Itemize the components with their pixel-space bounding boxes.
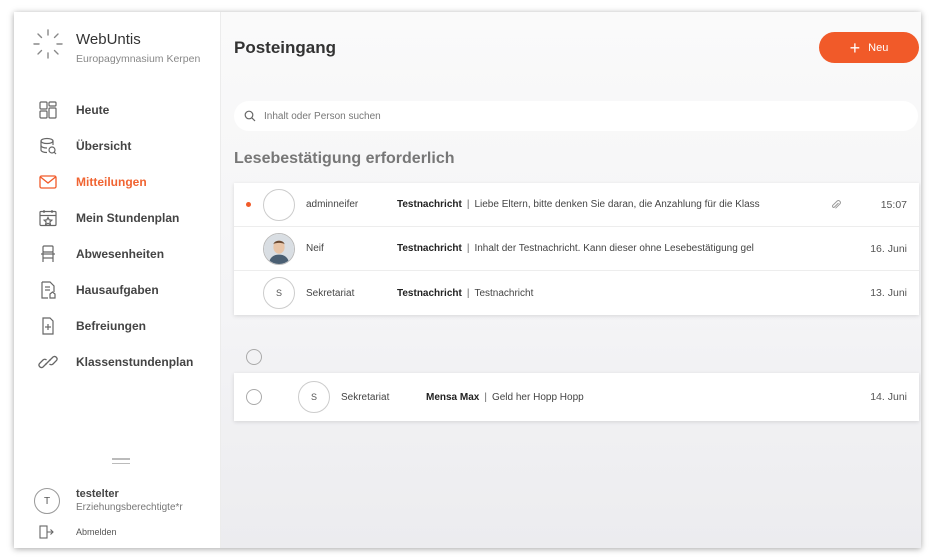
sidebar-item-hausaufgaben[interactable]: Hausaufgaben bbox=[14, 272, 220, 308]
user-profile[interactable]: T testelter Erziehungsberechtigte*r bbox=[34, 488, 183, 514]
sender-avatar bbox=[263, 232, 295, 265]
sidebar-item-uebersicht[interactable]: Übersicht bbox=[14, 128, 220, 164]
sidebar-item-label: Übersicht bbox=[76, 139, 132, 153]
sender-avatar: S bbox=[298, 381, 330, 413]
message-preview: Liebe Eltern, bitte denken Sie daran, di… bbox=[474, 199, 760, 210]
message-list-confirmation-required: adminneifer Testnachricht | Liebe Eltern, … bbox=[234, 183, 919, 315]
new-button-label: Neu bbox=[868, 41, 889, 54]
logout-label: Abmelden bbox=[76, 527, 117, 537]
attachment-icon bbox=[831, 199, 841, 209]
message-summary: Testnachricht | Liebe Eltern, bitte denken… bbox=[397, 199, 760, 210]
brand[interactable]: WebUntis Europagymnasium Kerpen bbox=[32, 28, 200, 65]
sidebar-item-label: Mitteilungen bbox=[76, 175, 147, 189]
message-subject: Mensa Max bbox=[426, 391, 480, 403]
logout-icon bbox=[39, 525, 54, 539]
message-row[interactable]: S Sekretariat Testnachricht | Testnachrich… bbox=[234, 271, 919, 315]
homework-icon bbox=[38, 280, 58, 300]
dashboard-icon bbox=[38, 100, 58, 120]
section-title-read-confirmation: Lesebestätigung erforderlich bbox=[234, 150, 455, 167]
sender-name: adminneifer bbox=[306, 199, 359, 210]
mail-icon bbox=[38, 172, 58, 192]
school-name: Europagymnasium Kerpen bbox=[76, 53, 201, 65]
search-icon bbox=[244, 110, 256, 122]
sidebar-item-label: Befreiungen bbox=[76, 319, 147, 333]
select-all-checkbox[interactable] bbox=[246, 349, 262, 365]
app-window: WebUntis Europagymnasium Kerpen Heute Üb… bbox=[14, 12, 921, 548]
sidebar-item-label: Hausaufgaben bbox=[76, 283, 159, 297]
message-preview: Testnachricht bbox=[474, 287, 534, 299]
logout-button[interactable]: Abmelden bbox=[38, 524, 117, 540]
unread-indicator bbox=[246, 202, 251, 207]
new-message-button[interactable]: + Neu bbox=[819, 32, 919, 63]
sidebar-item-klassenstundenplan[interactable]: Klassenstundenplan bbox=[14, 344, 220, 380]
message-date: 14. Juni bbox=[870, 391, 907, 403]
person-photo-icon bbox=[264, 233, 294, 264]
calendar-icon bbox=[38, 208, 58, 228]
message-select-checkbox[interactable] bbox=[246, 389, 262, 405]
user-avatar: T bbox=[34, 488, 60, 514]
message-subject: Testnachricht bbox=[397, 243, 462, 254]
exemption-icon bbox=[38, 316, 58, 336]
message-preview: Inhalt der Testnachricht. Kann dieser oh… bbox=[474, 243, 754, 254]
search-input[interactable] bbox=[264, 110, 864, 122]
link-icon bbox=[38, 352, 58, 372]
sender-avatar: S bbox=[263, 277, 295, 309]
sidebar-item-abwesenheiten[interactable]: Abwesenheiten bbox=[14, 236, 220, 272]
user-name: testelter bbox=[76, 488, 119, 500]
sidebar-item-mein-stundenplan[interactable]: Mein Stundenplan bbox=[14, 200, 220, 236]
sidebar-item-label: Abwesenheiten bbox=[76, 247, 165, 261]
app-name: WebUntis bbox=[76, 31, 141, 48]
sender-name: Neif bbox=[306, 243, 324, 254]
message-row[interactable]: S Sekretariat Mensa Max | Geld her Hopp Ho… bbox=[234, 373, 919, 421]
sender-avatar bbox=[263, 188, 295, 221]
sidebar-resize-handle[interactable] bbox=[112, 458, 130, 467]
message-list-other: S Sekretariat Mensa Max | Geld her Hopp Ho… bbox=[234, 373, 919, 421]
message-date: 13. Juni bbox=[870, 287, 907, 299]
sidebar-item-mitteilungen[interactable]: Mitteilungen bbox=[14, 164, 220, 200]
message-subject: Testnachricht bbox=[397, 287, 462, 299]
overview-icon bbox=[38, 136, 58, 156]
message-preview: Geld her Hopp Hopp bbox=[491, 391, 584, 403]
message-subject: Testnachricht bbox=[397, 199, 462, 210]
sidebar-item-heute[interactable]: Heute bbox=[14, 92, 220, 128]
plus-icon: + bbox=[849, 37, 861, 58]
message-row[interactable]: Neif Testnachricht | Inhalt der Testnachri… bbox=[234, 227, 919, 271]
message-date: 15:07 bbox=[880, 198, 907, 211]
message-summary: Testnachricht | Inhalt der Testnachricht. … bbox=[397, 243, 754, 254]
page-title: Posteingang bbox=[234, 38, 337, 57]
sidebar: WebUntis Europagymnasium Kerpen Heute Üb… bbox=[14, 12, 221, 548]
sidebar-item-befreiungen[interactable]: Befreiungen bbox=[14, 308, 220, 344]
user-role: Erziehungsberechtigte*r bbox=[76, 502, 183, 513]
sidebar-item-label: Mein Stundenplan bbox=[76, 211, 180, 225]
message-date: 16. Juni bbox=[870, 242, 907, 255]
chair-icon bbox=[38, 244, 58, 264]
webuntis-logo-icon bbox=[33, 29, 63, 59]
main-content: Posteingang + Neu Lesebestätigung erford… bbox=[221, 12, 921, 548]
sender-name: Sekretariat bbox=[341, 391, 390, 403]
sidebar-item-label: Klassenstundenplan bbox=[76, 355, 194, 369]
sidebar-nav: Heute Übersicht Mitteilungen Mein Stunde… bbox=[14, 92, 220, 380]
sidebar-item-label: Heute bbox=[76, 103, 110, 117]
message-row[interactable]: adminneifer Testnachricht | Liebe Eltern, … bbox=[234, 183, 919, 227]
sender-name: Sekretariat bbox=[306, 287, 355, 299]
message-summary: Mensa Max | Geld her Hopp Hopp bbox=[426, 391, 584, 403]
message-summary: Testnachricht | Testnachricht bbox=[397, 287, 534, 299]
search-bar bbox=[234, 101, 918, 131]
